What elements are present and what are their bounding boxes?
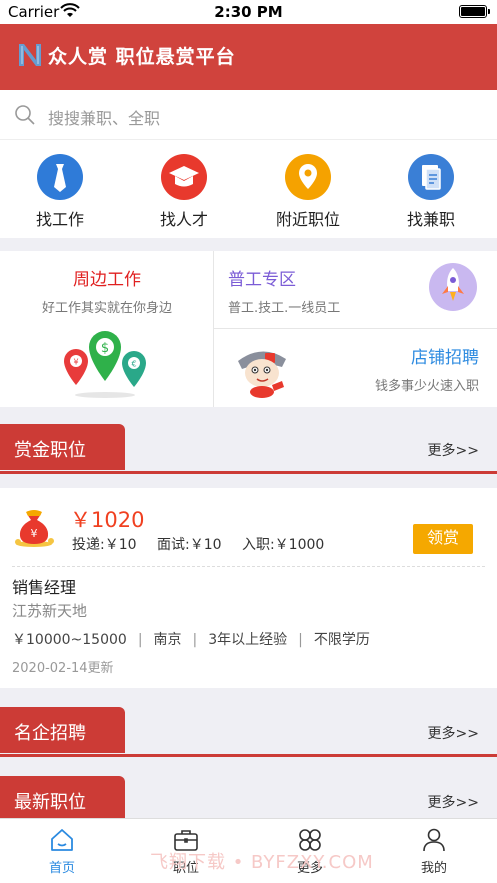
nav-nearby-jobs[interactable]: 附近职位 — [248, 154, 368, 234]
section-title: 最新职位 — [14, 792, 86, 813]
dashed-divider — [12, 566, 485, 567]
svg-text:¥: ¥ — [31, 527, 38, 540]
nearby-work-subtitle: 好工作其实就在你身边 — [41, 301, 172, 316]
general-worker-title: 普工专区 — [228, 270, 296, 290]
nav-find-talent[interactable]: 找人才 — [124, 154, 244, 234]
graduation-cap-icon — [161, 154, 207, 200]
tie-icon — [37, 154, 83, 200]
section-divider — [0, 471, 497, 474]
nav-part-time[interactable]: 找兼职 — [371, 154, 491, 234]
nav-label: 找工作 — [35, 210, 84, 229]
search-bar[interactable]: 搜搜兼职、全职 — [0, 90, 497, 140]
nav-find-job[interactable]: 找工作 — [0, 154, 120, 234]
latest-more-link[interactable]: 更多>> — [428, 792, 479, 812]
meta-separator: | — [298, 632, 303, 648]
shop-recruit-card[interactable]: 店铺招聘 钱多事少火速入职 — [214, 329, 497, 407]
section-divider — [0, 754, 497, 757]
job-title: 销售经理 — [12, 578, 77, 597]
mascot-icon — [238, 351, 286, 398]
nearby-work-title: 周边工作 — [73, 270, 141, 290]
app-logo-icon — [19, 44, 41, 66]
person-icon — [423, 828, 445, 852]
tab-profile[interactable]: 我的 — [394, 827, 474, 876]
bounty-job-card[interactable]: ¥ ￥1020 投递:￥10 面试:￥10 入职:￥1000 领赏 销售经理 江… — [0, 488, 497, 688]
updated-date: 2020-02-14更新 — [12, 661, 114, 676]
section-title: 赏金职位 — [14, 440, 86, 461]
city: 南京 — [153, 632, 182, 648]
tab-label: 首页 — [48, 861, 75, 876]
document-icon — [408, 154, 454, 200]
tab-label: 我的 — [420, 861, 447, 876]
section-tab: 赏金职位 — [0, 424, 125, 470]
home-icon — [51, 829, 73, 851]
section-tab: 名企招聘 — [0, 707, 125, 753]
nav-label: 找人才 — [159, 210, 208, 229]
rocket-icon — [429, 263, 477, 311]
app-title: 众人赏 职位悬赏平台 — [48, 46, 236, 68]
general-worker-subtitle: 普工.技工.一线员工 — [228, 301, 341, 316]
general-worker-card[interactable]: 普工专区 普工.技工.一线员工 — [214, 251, 497, 329]
feature-block: 周边工作 好工作其实就在你身边 ¥ € $ 普工专区 普工.技工.一线员工 店铺… — [0, 251, 497, 407]
section-title: 名企招聘 — [14, 723, 86, 744]
claim-reward-button[interactable]: 领赏 — [413, 524, 473, 554]
job-meta: ￥10000~15000 | 南京 | 3年以上经验 | 不限学历 — [12, 629, 370, 649]
stage-apply: 投递:￥10 — [72, 537, 137, 553]
tab-home[interactable]: 首页 — [22, 827, 102, 876]
experience: 3年以上经验 — [208, 632, 288, 648]
clock: 2:30 PM — [214, 3, 283, 21]
famous-more-link[interactable]: 更多>> — [428, 723, 479, 743]
svg-text:$: $ — [101, 341, 109, 356]
bounty-stages: 投递:￥10 面试:￥10 入职:￥1000 — [72, 534, 340, 554]
battery-icon — [459, 5, 490, 18]
famous-section-header: 名企招聘 更多>> — [0, 707, 497, 757]
bounty-section-header: 赏金职位 更多>> — [0, 424, 497, 474]
section-tab: 最新职位 — [0, 776, 125, 822]
search-icon — [15, 105, 35, 125]
location-pin-icon — [285, 154, 331, 200]
money-bag-icon: ¥ — [15, 510, 54, 547]
bounty-amount: ￥1020 — [70, 508, 145, 532]
company-name: 江苏新天地 — [12, 602, 88, 620]
nearby-work-card[interactable]: 周边工作 好工作其实就在你身边 ¥ € $ — [0, 251, 214, 407]
meta-separator: | — [192, 632, 198, 648]
search-placeholder: 搜搜兼职、全职 — [48, 109, 161, 128]
shop-recruit-title: 店铺招聘 — [411, 348, 479, 368]
stage-onboard: 入职:￥1000 — [241, 537, 325, 553]
education: 不限学历 — [313, 632, 370, 648]
shop-recruit-subtitle: 钱多事少火速入职 — [374, 379, 479, 394]
bounty-more-link[interactable]: 更多>> — [428, 440, 479, 460]
salary: ￥10000~15000 — [12, 632, 127, 648]
stage-interview: 面试:￥10 — [156, 537, 222, 553]
quick-nav: 找工作 找人才 附近职位 找兼职 — [0, 140, 497, 238]
meta-separator: | — [137, 632, 143, 648]
money-pins-icon: ¥ € $ — [64, 331, 146, 398]
svg-text:€: € — [131, 360, 136, 369]
nav-label: 附近职位 — [275, 210, 340, 229]
nav-label: 找兼职 — [406, 210, 455, 229]
svg-text:¥: ¥ — [73, 358, 78, 367]
status-bar: Carrier 2:30 PM — [0, 0, 497, 24]
watermark: 飞翔下载 • BYFZXY.COM — [150, 852, 374, 873]
app-header: 众人赏 职位悬赏平台 — [0, 24, 497, 90]
